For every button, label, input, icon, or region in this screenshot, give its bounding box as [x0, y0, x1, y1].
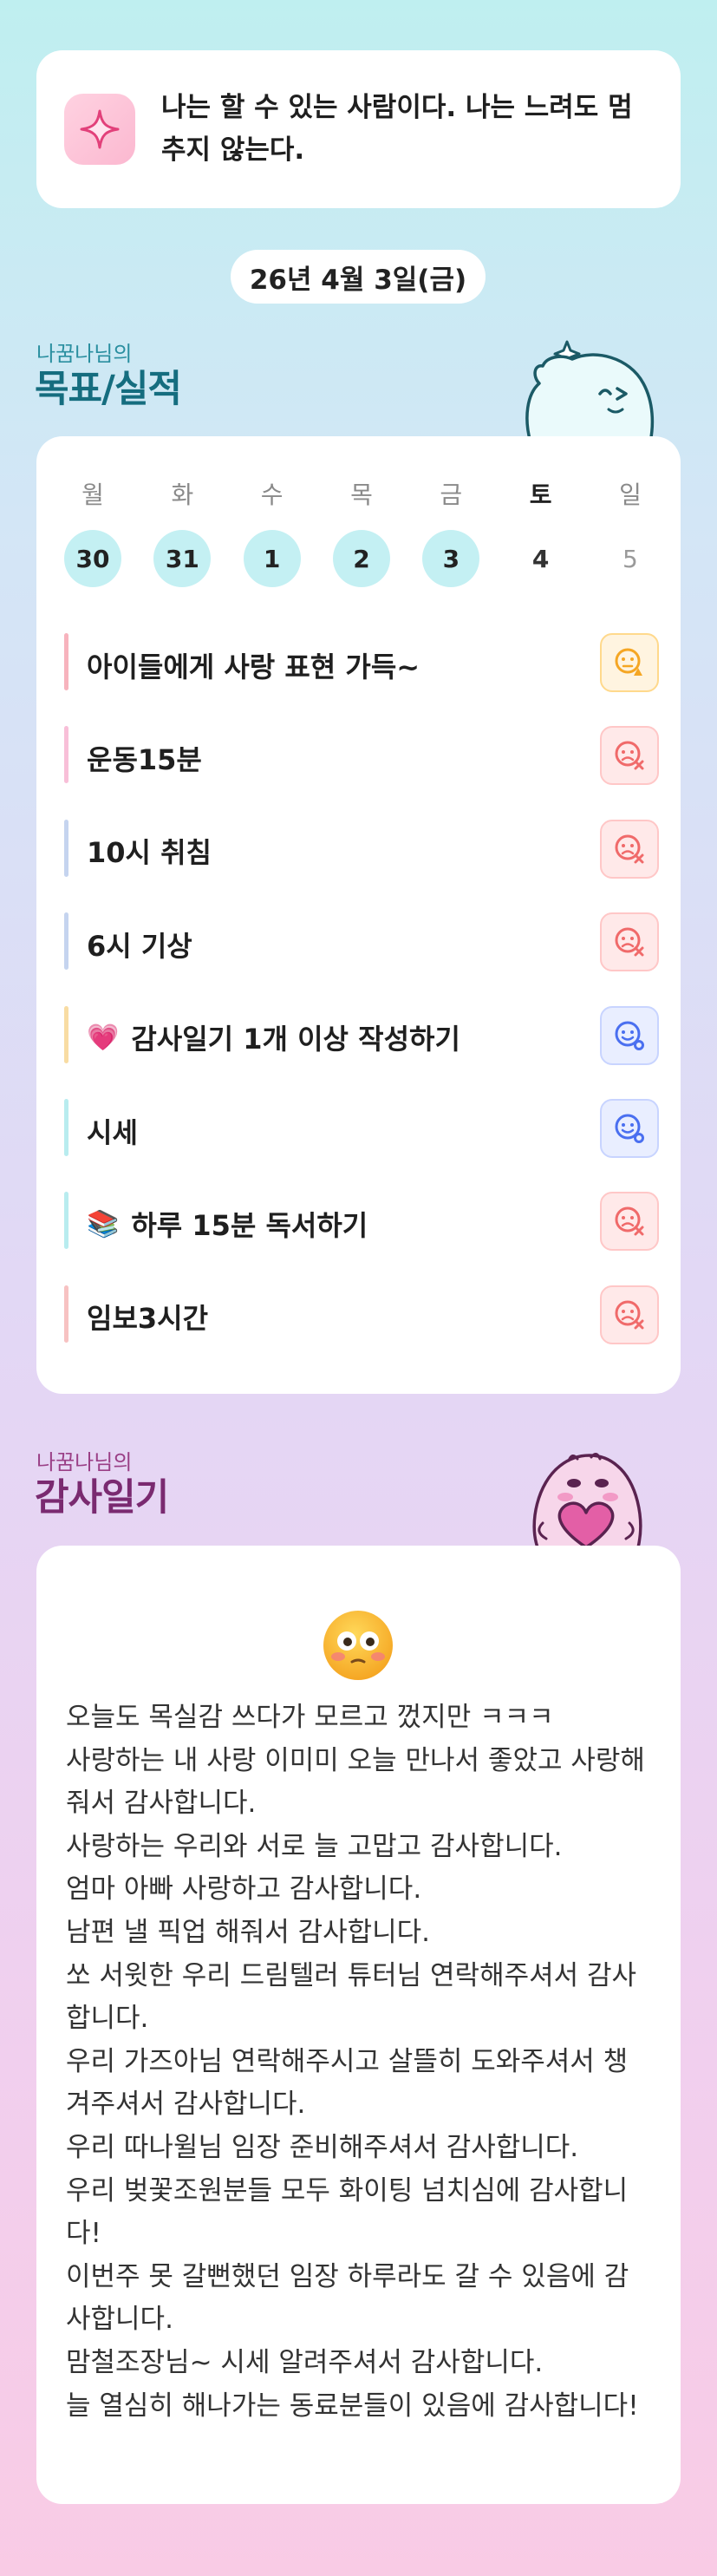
gratitude-line: 사랑하는 내 사랑 이미미 오늘 만나서 좋았고 사랑해줘서 감사합니다. — [66, 1744, 645, 1820]
gratitude-line: 우리 가즈아님 연락해주시고 살뜰히 도와주셔서 챙겨주셔서 감사합니다. — [66, 2045, 629, 2121]
goal-item[interactable]: 임보3시간 — [64, 1271, 659, 1363]
gratitude-entry-text[interactable]: 오늘도 목실감 쓰다가 모르고 껐지만 ㅋㅋㅋ 사랑하는 내 사랑 이미미 오늘… — [66, 1697, 652, 2428]
day-wed[interactable]: 수 1 — [243, 478, 301, 587]
x-face-icon[interactable] — [600, 819, 659, 879]
day-thu[interactable]: 목 2 — [332, 478, 390, 587]
day-fri[interactable]: 금 3 — [422, 478, 480, 587]
goal-label: 감사일기 1개 이상 작성하기 — [131, 1023, 460, 1056]
books-emoji-icon: 📚 — [87, 1208, 120, 1239]
goal-item[interactable]: 6시 기상 — [64, 898, 659, 991]
goal-color-bar — [64, 1098, 68, 1156]
day-number: 1 — [243, 530, 301, 587]
goal-color-bar — [64, 633, 68, 690]
goal-item[interactable]: 10시 취침 — [64, 805, 659, 898]
heart-mascot-icon — [532, 1453, 642, 1547]
goal-label: 임보3시간 — [87, 1302, 209, 1336]
gratitude-card: 오늘도 목실감 쓰다가 모르고 껐지만 ㅋㅋㅋ 사랑하는 내 사랑 이미미 오늘… — [36, 1546, 681, 2504]
gratitude-line: 엄마 아빠 사랑하고 감사합니다. — [66, 1873, 422, 1906]
x-face-icon[interactable] — [600, 1192, 659, 1252]
day-number: 5 — [622, 544, 638, 573]
day-of-week-label: 토 — [529, 481, 552, 509]
x-face-icon[interactable] — [600, 1285, 659, 1344]
gratitude-line: 맘철조장님~ 시세 알려주셔서 감사합니다. — [66, 2346, 544, 2378]
day-of-week-label: 목 — [350, 481, 373, 509]
day-number: 2 — [332, 530, 390, 587]
affirmation-text: 나는 할 수 있는 사람이다. 나는 느려도 멈추지 않는다. — [161, 92, 633, 166]
day-number: 30 — [64, 530, 121, 587]
goal-color-bar — [64, 1005, 68, 1063]
flushed-face-icon — [323, 1611, 393, 1680]
gratitude-line: 우리 벚꽃조원분들 모두 화이팅 넘치심에 감사합니다! — [66, 2174, 629, 2250]
day-sun[interactable]: 일 5 — [602, 478, 659, 587]
gratitude-line: 남편 낼 픽업 해줘서 감사합니다. — [66, 1916, 431, 1948]
goal-label: 운동15분 — [87, 743, 202, 777]
goals-section-title: 목표/실적 — [35, 368, 182, 411]
goal-label: 6시 기상 — [87, 929, 192, 963]
week-strip: 월 30 화 31 수 1 목 2 금 3 토 4 일 5 — [64, 478, 659, 587]
gratitude-line: 쏘 서윗한 우리 드림텔러 튜터님 연락해주셔서 감사합니다. — [66, 1959, 637, 2035]
goal-color-bar — [64, 1285, 68, 1343]
gratitude-line: 오늘도 목실감 쓰다가 모르고 껐지만 ㅋㅋㅋ — [66, 1702, 554, 1733]
gratitude-line: 사랑하는 우리와 서로 늘 고맙고 감사합니다. — [66, 1830, 563, 1862]
day-number: 31 — [153, 530, 212, 587]
day-mon[interactable]: 월 30 — [64, 478, 121, 587]
day-of-week-label: 화 — [171, 481, 194, 509]
gratitude-section-title: 감사일기 — [35, 1476, 169, 1520]
o-face-icon[interactable] — [600, 1098, 659, 1158]
date-selector[interactable]: 26년 4월 3일(금) — [231, 250, 486, 304]
day-of-week-label: 수 — [260, 481, 284, 509]
goal-item[interactable]: 시세 — [64, 1084, 659, 1177]
goal-item[interactable]: 💗 감사일기 1개 이상 작성하기 — [64, 991, 659, 1084]
goal-label: 하루 15분 독서하기 — [131, 1209, 368, 1243]
goal-label: 시세 — [87, 1115, 138, 1149]
sparkle-icon — [64, 94, 135, 165]
day-of-week-label: 일 — [619, 481, 642, 509]
goal-list: 아이들에게 사랑 표현 가득~ 운동15분 10시 취침 6시 기상 💗 감사일… — [64, 618, 659, 1363]
goals-card: 월 30 화 31 수 1 목 2 금 3 토 4 일 5 아이들에게 사랑 표… — [36, 436, 681, 1394]
day-number: 4 — [531, 544, 550, 573]
goal-label: 아이들에게 사랑 표현 가득~ — [87, 650, 420, 683]
affirmation-card[interactable]: 나는 할 수 있는 사람이다. 나는 느려도 멈추지 않는다. — [36, 50, 681, 208]
day-of-week-label: 월 — [81, 481, 104, 509]
x-face-icon[interactable] — [600, 912, 659, 972]
goal-color-bar — [64, 1192, 68, 1250]
triangle-face-icon[interactable] — [600, 633, 659, 692]
gratitude-line: 늘 열심히 해나가는 동료분들이 있음에 감사합니다! — [66, 2390, 639, 2422]
goal-label: 10시 취침 — [87, 836, 212, 870]
ghost-mascot-icon — [525, 340, 655, 442]
heart-emoji-icon: 💗 — [87, 1022, 120, 1053]
day-number: 3 — [422, 530, 480, 587]
day-sat[interactable]: 토 4 — [512, 478, 570, 587]
o-face-icon[interactable] — [600, 1005, 659, 1065]
x-face-icon[interactable] — [600, 726, 659, 786]
gratitude-line: 우리 따나윌님 임장 준비해주셔서 감사합니다. — [66, 2131, 579, 2163]
day-tue[interactable]: 화 31 — [153, 478, 212, 587]
goal-color-bar — [64, 819, 68, 877]
goal-color-bar — [64, 726, 68, 784]
gratitude-line: 이번주 못 갈뻔했던 임장 하루라도 갈 수 있음에 감사합니다. — [66, 2260, 629, 2336]
goal-item[interactable]: 📚 하루 15분 독서하기 — [64, 1177, 659, 1270]
goal-color-bar — [64, 912, 68, 971]
day-of-week-label: 금 — [440, 481, 463, 509]
goal-item[interactable]: 아이들에게 사랑 표현 가득~ — [64, 618, 659, 711]
goal-item[interactable]: 운동15분 — [64, 711, 659, 804]
